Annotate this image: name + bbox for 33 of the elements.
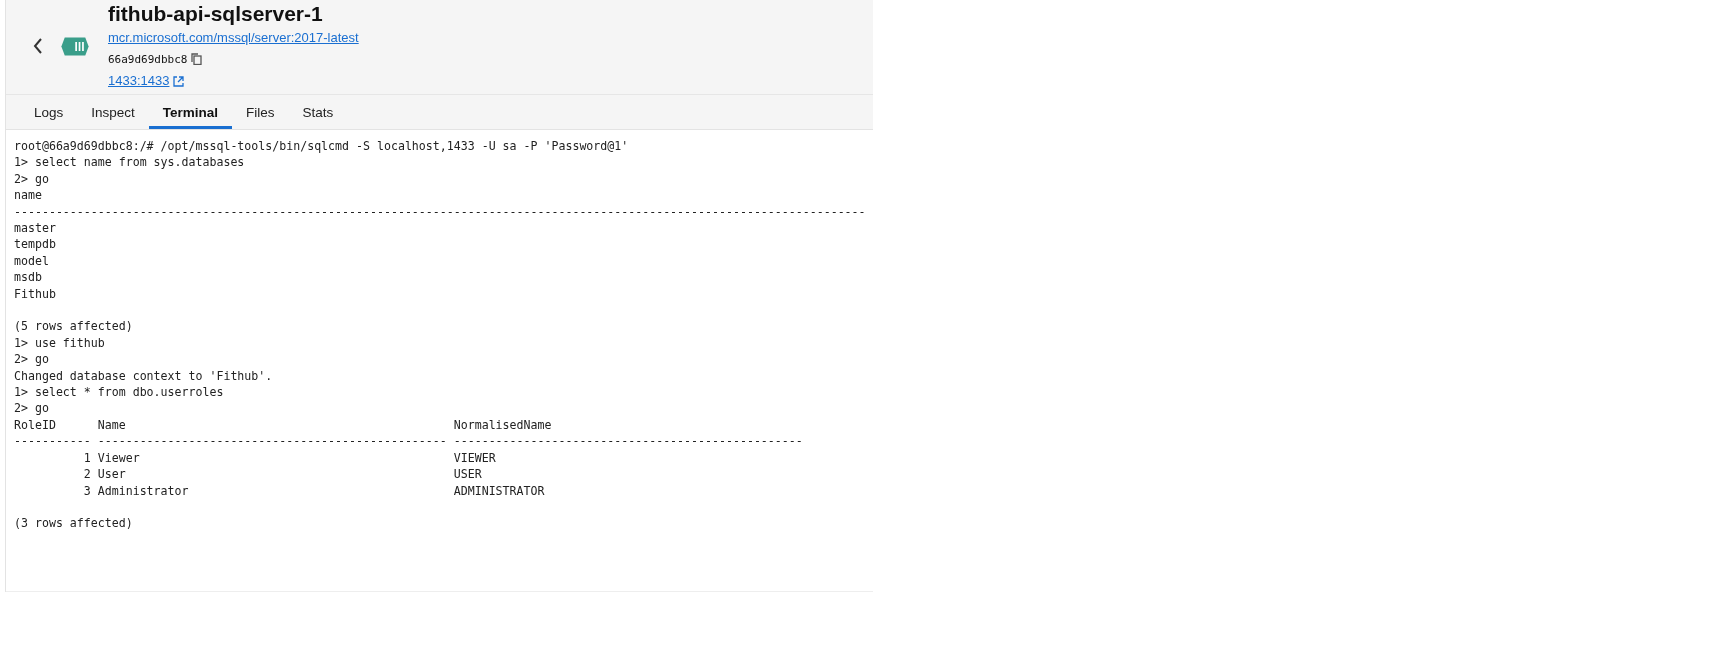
tab[interactable]: Inspect [77, 95, 149, 129]
terminal-line: 1 Viewer VIEWER [82, 449, 497, 467]
terminal-line: 2> go [14, 170, 50, 188]
chevron-left-icon[interactable] [32, 37, 44, 55]
terminal-line: 1> use fithub [14, 334, 106, 352]
external-link-icon[interactable] [173, 75, 185, 87]
terminal-line: 3 Administrator ADMINISTRATOR [82, 482, 546, 499]
container-id: 66a9d69dbbc8 [108, 52, 188, 66]
terminal-line: 2> go [14, 351, 50, 368]
terminal-line: ----------- -------------------------------------------------- -------------------------------------------------- [14, 433, 804, 450]
copy-icon[interactable] [191, 53, 203, 65]
terminal-line: (3 rows affected) [14, 515, 134, 532]
terminal-line: -------------------------------------------------------------------------------------------------------------------------- [14, 203, 867, 221]
terminal-line: 2> go [14, 400, 50, 417]
port-link[interactable]: 1433:1433 [108, 71, 170, 91]
terminal-line: name [14, 187, 43, 204]
terminal-line: 1> select name from sys.databases [14, 154, 246, 171]
container-title: fithub-api-sqlserver-1 [108, 1, 324, 27]
terminal-line: RoleID Name NormalisedName [14, 416, 553, 434]
image-link[interactable]: mcr.microsoft.com/mssql/server:2017-latest [108, 28, 359, 48]
tab[interactable]: Logs [20, 95, 78, 129]
terminal-line: root@66a9d69dbbc8:/# /opt/mssql-tools/bin/sqlcmd -S localhost,1433 -U sa -P 'Password@1' [14, 138, 630, 155]
terminal-line: model [14, 252, 50, 270]
tab[interactable]: Files [232, 95, 289, 129]
terminal-line: master [14, 220, 57, 237]
terminal-line: 1> select * from dbo.userroles [14, 384, 225, 401]
terminal-line: Fithub [14, 285, 57, 303]
terminal-line: Changed database context to 'Fithub'. [14, 367, 274, 385]
terminal-line: tempdb [14, 236, 57, 253]
terminal-line: msdb [14, 269, 43, 286]
terminal-line: (5 rows affected) [14, 318, 134, 335]
terminal-line: 2 User USER [82, 466, 483, 483]
tab[interactable]: Stats [288, 95, 348, 129]
